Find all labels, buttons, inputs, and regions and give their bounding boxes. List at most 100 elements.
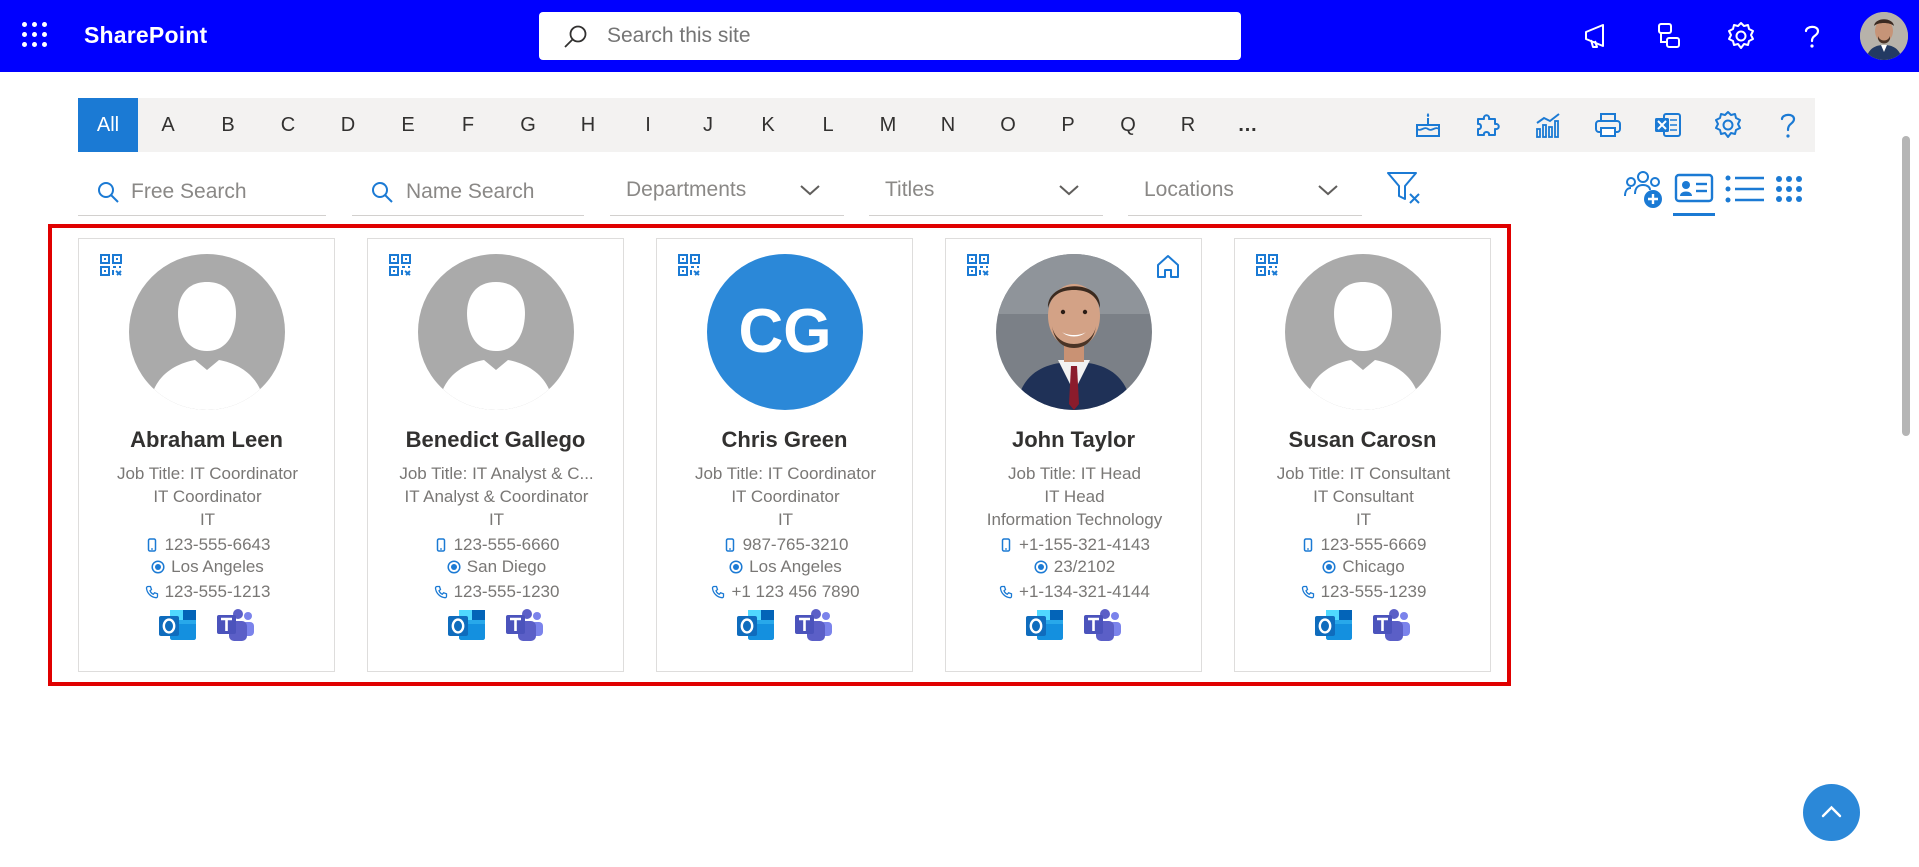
home-icon[interactable]: [1155, 253, 1181, 279]
outlook-icon[interactable]: [1025, 607, 1065, 643]
teams-icon[interactable]: [504, 607, 544, 643]
letter-b[interactable]: B: [198, 98, 258, 152]
phone-row[interactable]: 123-555-1213: [83, 582, 332, 602]
employee-name[interactable]: Benedict Gallego: [368, 427, 623, 453]
teams-icon[interactable]: [793, 607, 833, 643]
mobile-row[interactable]: 123-555-6660: [372, 535, 621, 555]
employee-name[interactable]: Susan Carosn: [1235, 427, 1490, 453]
location-row: San Diego: [372, 557, 621, 577]
teams-icon[interactable]: [1371, 607, 1411, 643]
phone-row[interactable]: +1-134-321-4144: [950, 582, 1199, 602]
letter-p[interactable]: P: [1038, 98, 1098, 152]
teams-icon[interactable]: [1082, 607, 1122, 643]
letter-m[interactable]: M: [858, 98, 918, 152]
excel-icon[interactable]: [1652, 109, 1684, 141]
teams-icon[interactable]: [215, 607, 255, 643]
titles-dropdown[interactable]: Titles: [869, 170, 1103, 216]
qr-code-icon[interactable]: [99, 253, 123, 277]
help-icon[interactable]: [1796, 20, 1828, 52]
letter-k[interactable]: K: [738, 98, 798, 152]
employee-name[interactable]: Abraham Leen: [79, 427, 334, 453]
clear-filter-icon[interactable]: [1386, 170, 1422, 206]
more-letters-button[interactable]: …: [1218, 98, 1278, 152]
qr-code-icon[interactable]: [677, 253, 701, 277]
departments-dropdown[interactable]: Departments: [610, 170, 844, 216]
letter-l[interactable]: L: [798, 98, 858, 152]
site-search-box[interactable]: [539, 12, 1241, 60]
letter-f[interactable]: F: [438, 98, 498, 152]
chevron-up-icon: [1821, 805, 1842, 818]
location-text: 23/2102: [1053, 557, 1116, 576]
locations-dropdown[interactable]: Locations: [1128, 170, 1362, 216]
letter-e[interactable]: E: [378, 98, 438, 152]
outlook-icon[interactable]: [158, 607, 198, 643]
letter-o[interactable]: O: [978, 98, 1038, 152]
letter-c[interactable]: C: [258, 98, 318, 152]
suite-header: SharePoint: [0, 0, 1919, 72]
help-icon[interactable]: [1772, 109, 1804, 141]
chevron-down-icon: [800, 185, 820, 196]
letter-q[interactable]: Q: [1098, 98, 1158, 152]
mobile-row[interactable]: 123-555-6669: [1239, 535, 1488, 555]
qr-code-icon[interactable]: [388, 253, 412, 277]
vertical-scrollbar[interactable]: [1902, 136, 1910, 436]
card-view-button[interactable]: [1673, 168, 1715, 216]
gear-icon[interactable]: [1725, 20, 1757, 52]
free-search-field[interactable]: Free Search: [78, 170, 326, 216]
grid-view-icon[interactable]: [1774, 174, 1804, 204]
settings-icon[interactable]: [1712, 109, 1744, 141]
phone-row[interactable]: 123-555-1239: [1239, 582, 1488, 602]
letter-i[interactable]: I: [618, 98, 678, 152]
letter-a[interactable]: A: [138, 98, 198, 152]
app-launcher-icon[interactable]: [22, 22, 48, 48]
profile-photo: [1285, 254, 1441, 410]
employee-name[interactable]: John Taylor: [946, 427, 1201, 453]
megaphone-icon[interactable]: [1581, 20, 1613, 52]
app-title[interactable]: SharePoint: [84, 22, 207, 49]
letter-all[interactable]: All: [78, 98, 138, 152]
mobile-icon: [999, 538, 1013, 552]
mobile-row[interactable]: 123-555-6643: [83, 535, 332, 555]
employee-card[interactable]: Abraham Leen Job Title: IT Coordinator I…: [78, 238, 335, 672]
birthday-cake-icon[interactable]: [1412, 109, 1444, 141]
contact-apps: [657, 607, 912, 643]
letter-d[interactable]: D: [318, 98, 378, 152]
puzzle-icon[interactable]: [1472, 109, 1504, 141]
titles-label: Titles: [885, 178, 935, 201]
network-icon[interactable]: [1653, 20, 1685, 52]
analytics-icon[interactable]: [1532, 109, 1564, 141]
letter-g[interactable]: G: [498, 98, 558, 152]
site-search-input[interactable]: [607, 12, 1207, 60]
phone-row[interactable]: 123-555-1230: [372, 582, 621, 602]
outlook-icon[interactable]: [736, 607, 776, 643]
phone-row[interactable]: +1 123 456 7890: [661, 582, 910, 602]
location-row: Los Angeles: [661, 557, 910, 577]
employee-card[interactable]: Benedict Gallego Job Title: IT Analyst &…: [367, 238, 624, 672]
letter-n[interactable]: N: [918, 98, 978, 152]
employee-card[interactable]: John Taylor Job Title: IT Head IT Head I…: [945, 238, 1202, 672]
mobile-icon: [1301, 538, 1315, 552]
list-view-icon[interactable]: [1724, 172, 1766, 206]
outlook-icon[interactable]: [1314, 607, 1354, 643]
back-to-top-button[interactable]: [1803, 784, 1860, 841]
letter-r[interactable]: R: [1158, 98, 1218, 152]
location-icon: [447, 560, 461, 574]
user-avatar[interactable]: [1860, 12, 1908, 60]
mobile-number: +1-155-321-4143: [1019, 535, 1150, 554]
employee-card[interactable]: CG Chris Green Job Title: IT Coordinator…: [656, 238, 913, 672]
outlook-icon[interactable]: [447, 607, 487, 643]
qr-code-icon[interactable]: [1255, 253, 1279, 277]
add-people-icon[interactable]: [1622, 168, 1664, 210]
print-icon[interactable]: [1592, 109, 1624, 141]
employee-name[interactable]: Chris Green: [657, 427, 912, 453]
letter-j[interactable]: J: [678, 98, 738, 152]
employee-card[interactable]: Susan Carosn Job Title: IT Consultant IT…: [1234, 238, 1491, 672]
name-search-field[interactable]: Name Search: [352, 170, 584, 216]
mobile-row[interactable]: 987-765-3210: [661, 535, 910, 555]
employee-title: IT Consultant: [1313, 487, 1414, 506]
mobile-row[interactable]: +1-155-321-4143: [950, 535, 1199, 555]
mobile-icon: [145, 538, 159, 552]
qr-code-icon[interactable]: [966, 253, 990, 277]
letter-h[interactable]: H: [558, 98, 618, 152]
free-search-placeholder: Free Search: [131, 180, 247, 203]
